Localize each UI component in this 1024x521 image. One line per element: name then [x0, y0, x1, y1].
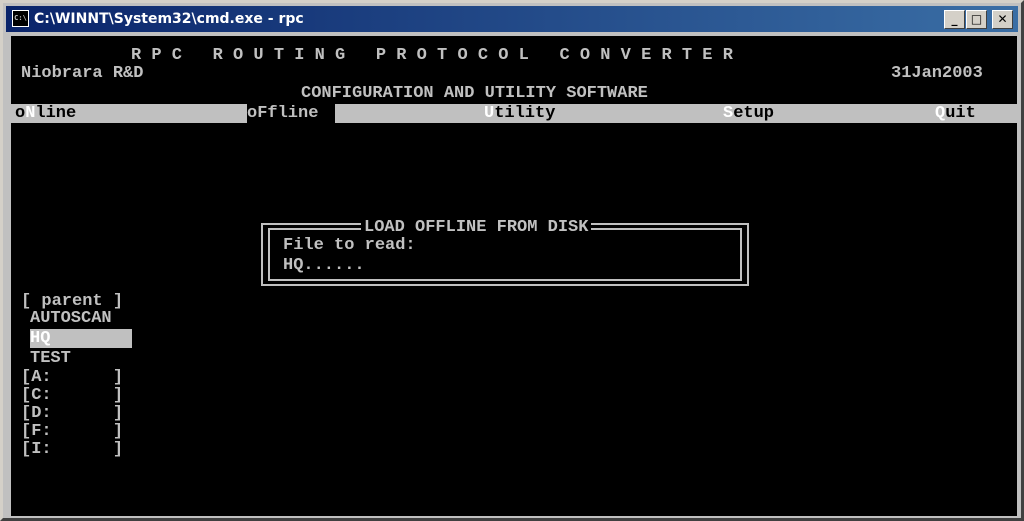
drive-item-a[interactable]: [A: ]: [21, 368, 123, 388]
subtitle: CONFIGURATION AND UTILITY SOFTWARE: [301, 84, 648, 103]
menu-offline-label: fline: [267, 104, 319, 123]
menu-offline-key: o: [247, 104, 258, 123]
drive-item-f[interactable]: [F: ]: [21, 422, 123, 442]
menu-bar: oNline oFfline Utility Setup Quit: [11, 104, 1017, 123]
file-item-autoscan[interactable]: AUTOSCAN: [30, 309, 112, 329]
drive-item-d[interactable]: [D: ]: [21, 404, 123, 424]
menu-utility-label: tility: [494, 104, 556, 123]
menu-online-label: line: [35, 104, 77, 123]
menu-online[interactable]: oNline: [15, 104, 76, 123]
menu-setup[interactable]: Setup: [723, 104, 774, 123]
menu-utility[interactable]: Utility: [484, 104, 555, 123]
maximize-button[interactable]: □: [966, 10, 987, 29]
menu-setup-hotkey: S: [723, 104, 734, 123]
drive-item-c[interactable]: [C: ]: [21, 386, 123, 406]
title-bar[interactable]: C:\ C:\WINNT\System32\cmd.exe - rpc _ □ …: [6, 6, 1018, 32]
menu-offline[interactable]: oFfline: [247, 104, 335, 123]
menu-offline-hotkey: F: [257, 104, 268, 123]
menu-online-hotkey: N: [25, 104, 36, 123]
minimize-button[interactable]: _: [944, 10, 965, 29]
date-label: 31Jan2003: [891, 64, 983, 83]
menu-setup-label: etup: [733, 104, 775, 123]
file-prompt-label: File to read:: [283, 236, 416, 255]
file-item-hq-selected[interactable]: HQ: [30, 329, 132, 348]
menu-quit-label: uit: [945, 104, 976, 123]
console-window: C:\ C:\WINNT\System32\cmd.exe - rpc _ □ …: [0, 0, 1024, 521]
menu-quit[interactable]: Quit: [935, 104, 976, 123]
menu-quit-hotkey: Q: [935, 104, 946, 123]
load-dialog-title: LOAD OFFLINE FROM DISK: [361, 218, 592, 238]
app-name: R P C R O U T I N G P R O T O C O L C O …: [131, 46, 733, 65]
cmd-icon[interactable]: C:\: [12, 10, 29, 27]
file-item-test[interactable]: TEST: [30, 349, 71, 369]
file-name-field[interactable]: HQ......: [283, 256, 365, 276]
menu-utility-hotkey: U: [484, 104, 495, 123]
close-button[interactable]: ✕: [992, 10, 1013, 29]
window-title: C:\WINNT\System32\cmd.exe - rpc: [34, 11, 304, 27]
menu-online-key: o: [15, 104, 26, 123]
console-area[interactable]: R P C R O U T I N G P R O T O C O L C O …: [11, 36, 1017, 516]
company-name: Niobrara R&D: [21, 64, 144, 83]
drive-item-i[interactable]: [I: ]: [21, 440, 123, 460]
